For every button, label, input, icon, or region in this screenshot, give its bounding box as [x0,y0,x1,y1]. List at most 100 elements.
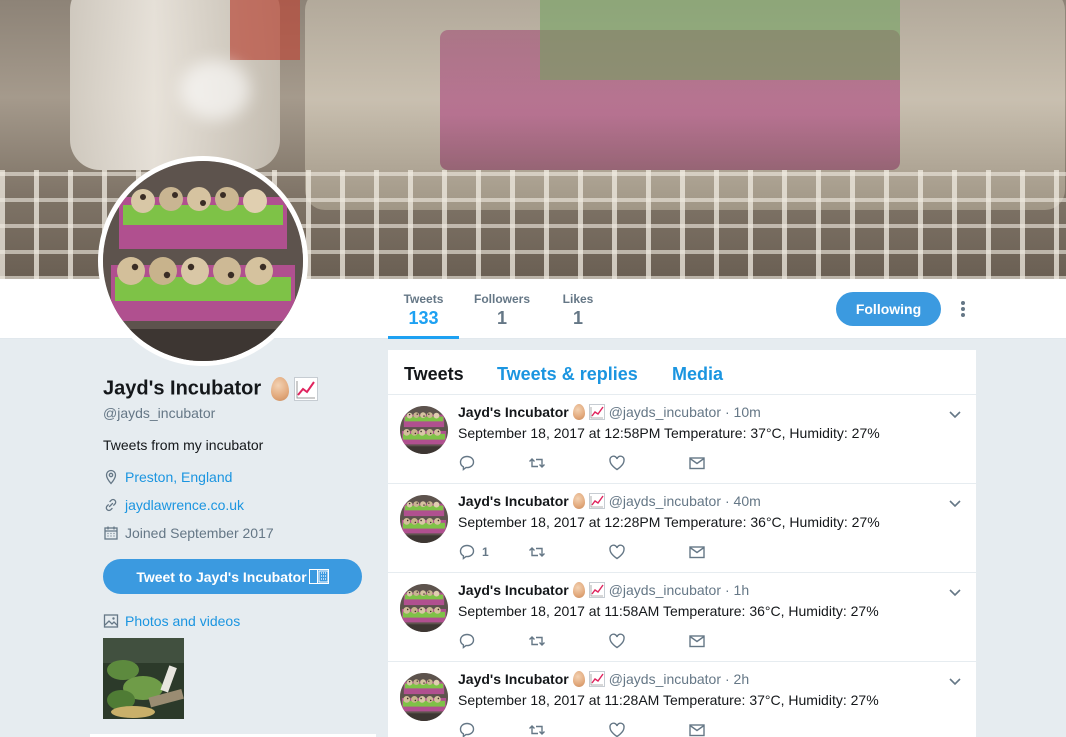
tweet-author-handle[interactable]: @jayds_incubator [609,493,721,509]
retweet-icon [529,636,545,646]
tweet[interactable]: Jayd's Incubator @jayds_incubator · 40m … [388,484,976,573]
stat-followers-label: Followers [473,292,530,306]
joined-row: Joined September 2017 [103,525,274,541]
banner-bottle-label-shape [230,0,300,60]
timeline-tabs: Tweets Tweets & replies Media [388,350,976,395]
direct-message-button[interactable] [688,454,706,472]
tweet-author-handle[interactable]: @jayds_incubator [609,404,721,420]
tweet-author-handle[interactable]: @jayds_incubator [609,671,721,687]
tweet-to-button[interactable]: Tweet to Jayd's Incubator [103,559,362,594]
reply-button[interactable] [458,721,482,737]
direct-message-button[interactable] [688,721,706,737]
direct-message-button[interactable] [688,543,706,561]
like-icon [609,722,625,737]
reply-button[interactable]: 1 [458,543,489,561]
banner-lid-shape [540,0,900,80]
egg-emoji-icon [572,582,585,598]
dm-icon [689,635,705,648]
stat-followers[interactable]: Followers 1 [470,279,534,339]
tweet-timestamp[interactable]: · 1h [725,582,749,598]
photos-and-videos-label: Photos and videos [125,613,241,629]
like-button[interactable] [608,543,626,561]
profile-avatar[interactable] [98,156,308,366]
caret-down-icon[interactable] [948,496,962,510]
reply-icon [459,633,475,649]
like-button[interactable] [608,632,626,650]
tweet-header: Jayd's Incubator @jayds_incubator · 10m [458,404,761,420]
like-button[interactable] [608,454,626,472]
reply-icon [459,722,475,737]
tweet-avatar[interactable] [400,584,448,632]
retweet-button[interactable] [528,721,546,737]
tweet-timestamp[interactable]: · 10m [725,404,761,420]
profile-name-text: Jayd's Incubator [103,377,262,400]
reply-button[interactable] [458,454,482,472]
tweet-actions: 1 [458,543,758,561]
reply-count: 1 [482,545,489,559]
chart-increasing-emoji-icon [588,404,605,420]
direct-message-button[interactable] [688,632,706,650]
tweet-text: September 18, 2017 at 12:28PM Temperatur… [458,514,880,530]
stat-likes-label: Likes [562,292,594,306]
chart-increasing-emoji-icon [308,569,329,584]
tweet-text: September 18, 2017 at 11:28AM Temperatur… [458,692,879,708]
tweet[interactable]: Jayd's Incubator @jayds_incubator · 2h S… [388,662,976,737]
dm-icon [689,546,705,559]
reply-button[interactable] [458,632,482,650]
tweet-avatar[interactable] [400,673,448,721]
egg-emoji-icon [572,671,585,687]
profile-name[interactable]: Jayd's Incubator [103,377,319,401]
like-icon [609,455,625,471]
calendar-icon [104,526,118,540]
tweet-timestamp[interactable]: · 40m [725,493,761,509]
caret-down-icon[interactable] [948,407,962,421]
stat-tweets-label: Tweets [403,292,444,306]
reply-icon [459,455,475,471]
tweet[interactable]: Jayd's Incubator @jayds_incubator · 10m … [388,395,976,484]
stat-followers-value: 1 [496,308,507,328]
tweet-actions [458,454,758,472]
tweet-author-handle[interactable]: @jayds_incubator [609,582,721,598]
dm-icon [689,457,705,470]
tweet-header: Jayd's Incubator @jayds_incubator · 2h [458,671,749,687]
tab-tweets-and-replies[interactable]: Tweets & replies [497,364,638,385]
screen-name[interactable]: @jayds_incubator [103,405,215,421]
media-thumbnail[interactable] [103,638,184,719]
location-row: Preston, England [103,469,232,485]
more-icon[interactable] [955,299,971,319]
egg-emoji-icon [270,377,289,401]
caret-down-icon[interactable] [948,674,962,688]
retweet-button[interactable] [528,543,546,561]
tweet-avatar[interactable] [400,406,448,454]
stat-tweets[interactable]: Tweets 133 [388,279,459,339]
caret-down-icon[interactable] [948,585,962,599]
chart-increasing-emoji-icon [588,582,605,598]
tweet-to-label: Tweet to Jayd's Incubator [136,568,307,585]
retweet-button[interactable] [528,632,546,650]
like-icon [609,544,625,560]
retweet-button[interactable] [528,454,546,472]
stat-likes-value: 1 [572,308,583,328]
tweet-timestamp[interactable]: · 2h [725,671,749,687]
location-icon [105,469,117,485]
stat-likes[interactable]: Likes 1 [556,279,600,339]
website-link[interactable]: jaydlawrence.co.uk [125,497,244,513]
tweet-text: September 18, 2017 at 12:58PM Temperatur… [458,425,880,441]
tab-media[interactable]: Media [672,364,723,385]
profile-bio: Tweets from my incubator [103,437,264,453]
location-link[interactable]: Preston, England [125,469,232,485]
chart-increasing-emoji-icon [588,671,605,687]
tweet-author-name[interactable]: Jayd's Incubator [458,493,569,509]
egg-emoji-icon [572,404,585,420]
tweet-text: September 18, 2017 at 11:58AM Temperatur… [458,603,879,619]
tweet-author-name[interactable]: Jayd's Incubator [458,582,569,598]
tweet-author-name[interactable]: Jayd's Incubator [458,404,569,420]
tweet-author-name[interactable]: Jayd's Incubator [458,671,569,687]
tweet[interactable]: Jayd's Incubator @jayds_incubator · 1h S… [388,573,976,662]
following-button[interactable]: Following [836,292,941,326]
tab-tweets[interactable]: Tweets [404,364,464,385]
like-button[interactable] [608,721,626,737]
photos-and-videos-link[interactable]: Photos and videos [103,613,240,629]
photo-icon [103,614,119,628]
tweet-avatar[interactable] [400,495,448,543]
